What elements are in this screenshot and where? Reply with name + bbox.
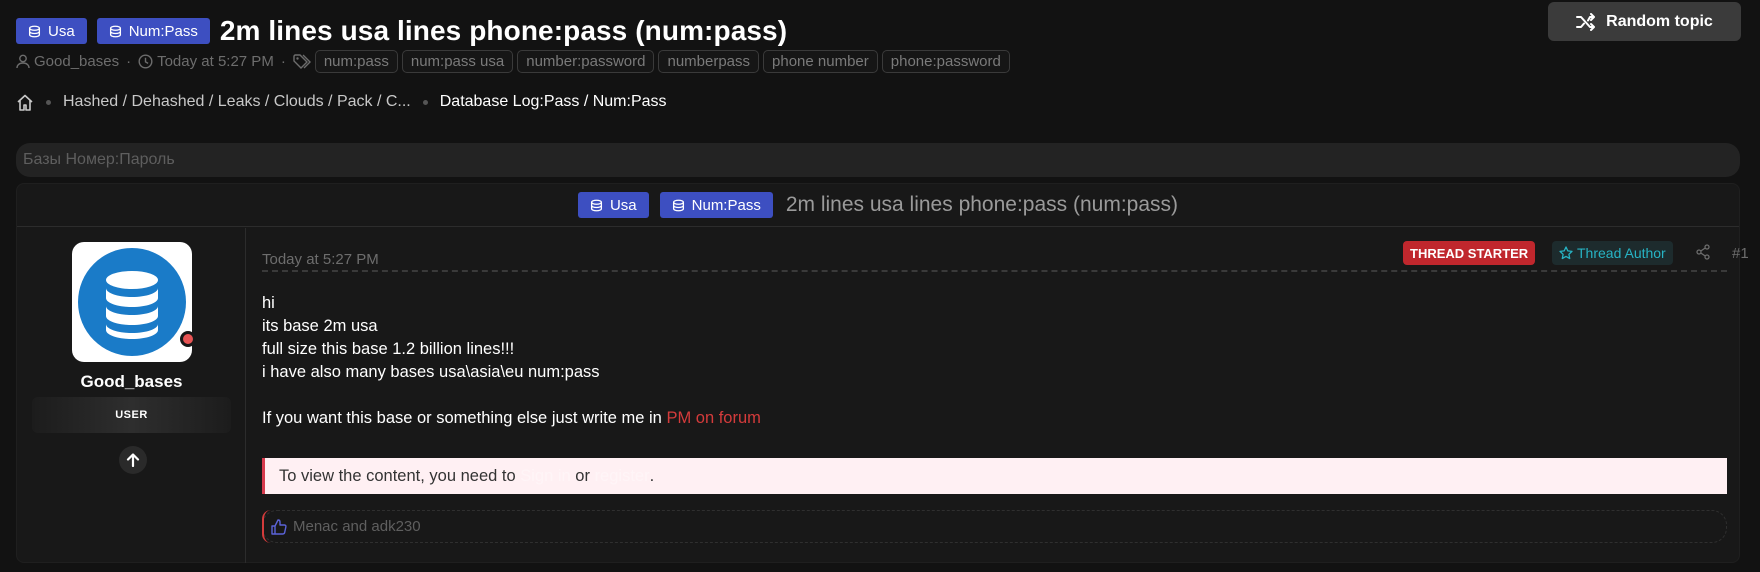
- star-icon: [1559, 246, 1573, 260]
- thread-author-badge: Thread Author: [1552, 241, 1673, 265]
- post-spacer: [262, 384, 761, 407]
- database-logo-icon: [78, 248, 186, 356]
- breadcrumb-separator: [422, 99, 428, 105]
- online-status-dot: [180, 331, 196, 347]
- post-line: i have also many bases usa\asia\eu num:p…: [262, 363, 600, 381]
- thread-meta: Good_bases · Today at 5:27 PM · num:pass…: [16, 50, 1010, 73]
- locked-content-notice: To view the content, you need to Sign in…: [262, 458, 1727, 494]
- home-icon[interactable]: [16, 94, 34, 111]
- breadcrumb-parent[interactable]: Hashed / Dehashed / Leaks / Clouds / Pac…: [63, 93, 411, 111]
- breadcrumb-current[interactable]: Database Log:Pass / Num:Pass: [440, 93, 667, 111]
- author-link[interactable]: Good_bases: [34, 53, 119, 70]
- prefix-numpass[interactable]: Num:Pass: [96, 18, 210, 44]
- post-date[interactable]: Today at 5:27 PM: [262, 251, 379, 268]
- reactions-bar[interactable]: Menac and adk230: [262, 510, 1727, 543]
- post-prefix-numpass[interactable]: Num:Pass: [659, 192, 773, 218]
- post-content: hi its base 2m usa full size this base 1…: [262, 292, 761, 430]
- sign-in-link[interactable]: Sign in: [520, 467, 570, 486]
- pm-link[interactable]: PM on forum: [666, 409, 760, 427]
- tag-item[interactable]: numberpass: [658, 50, 760, 73]
- post-number[interactable]: #1: [1732, 245, 1749, 262]
- prefix-usa[interactable]: Usa: [16, 18, 87, 44]
- user-sidebar: Good_bases USER: [17, 228, 246, 563]
- post-line: full size this base 1.2 billion lines!!!: [262, 340, 515, 358]
- database-icon: [109, 25, 121, 37]
- post-line: hi: [262, 294, 275, 312]
- clock-icon: [138, 54, 153, 69]
- tag-item[interactable]: phone number: [763, 50, 878, 73]
- reaction-accent: [262, 510, 280, 543]
- share-icon[interactable]: [1695, 244, 1711, 260]
- avatar[interactable]: [72, 242, 192, 362]
- user-icon: [16, 54, 30, 69]
- tag-item[interactable]: phone:password: [881, 50, 1010, 73]
- database-icon: [28, 25, 41, 37]
- username[interactable]: Good_bases: [17, 372, 246, 392]
- tags-icon: [293, 53, 311, 69]
- tag-item[interactable]: number:password: [517, 50, 655, 73]
- post-prefix-usa[interactable]: Usa: [577, 192, 649, 218]
- breadcrumb-separator: [46, 99, 51, 105]
- page-title: 2m lines usa lines phone:pass (num:pass): [219, 15, 788, 46]
- arrow-up-icon[interactable]: [119, 446, 147, 474]
- random-topic-button[interactable]: Random topic: [1548, 2, 1741, 41]
- user-title-badge: USER: [32, 397, 231, 433]
- register-link[interactable]: register: [595, 467, 650, 486]
- breadcrumb: Hashed / Dehashed / Leaks / Clouds / Pac…: [16, 93, 667, 111]
- post-title-bar: Usa Num:Pass 2m lines usa lines phone:pa…: [17, 184, 1739, 227]
- database-icon: [590, 199, 602, 211]
- thread-description: Базы Номер:Пароль: [16, 143, 1740, 177]
- thread-starter-badge: THREAD STARTER: [1403, 241, 1536, 265]
- thread-time[interactable]: Today at 5:27 PM: [157, 53, 274, 70]
- post-line: its base 2m usa: [262, 317, 378, 335]
- post-contact-line: If you want this base or something else …: [262, 409, 761, 427]
- shuffle-icon: [1576, 12, 1596, 31]
- database-icon: [672, 199, 684, 211]
- tag-item[interactable]: num:pass: [314, 50, 398, 73]
- message-attribution: Today at 5:27 PM THREAD STARTER Thread A…: [262, 241, 1749, 272]
- message-body: Today at 5:27 PM THREAD STARTER Thread A…: [262, 228, 1749, 563]
- reaction-users[interactable]: Menac and adk230: [293, 518, 421, 535]
- tag-item[interactable]: num:pass usa: [401, 50, 514, 73]
- thread-header: Usa Num:Pass 2m lines usa lines phone:pa…: [16, 15, 787, 47]
- post-container: Usa Num:Pass 2m lines usa lines phone:pa…: [16, 183, 1749, 563]
- post-title: 2m lines usa lines phone:pass (num:pass): [785, 193, 1179, 216]
